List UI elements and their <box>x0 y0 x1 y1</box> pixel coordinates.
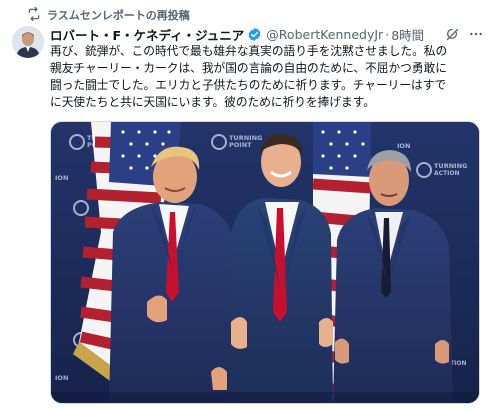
post-media-photo[interactable]: TURNING POINT TURNING POINT TURNING ACTI… <box>50 121 480 404</box>
svg-text:TURNING: TURNING <box>434 162 467 170</box>
avatar[interactable] <box>12 26 44 58</box>
svg-text:ION: ION <box>55 374 68 382</box>
repost-icon <box>27 6 41 24</box>
post-time[interactable]: 8時間 <box>391 25 424 44</box>
svg-text:ION: ION <box>397 142 410 150</box>
repost-indicator[interactable]: ラスムセンレポートの再投稿 <box>27 6 190 24</box>
author-name[interactable]: ロバート・F・ケネディ・ジュニア <box>50 25 244 44</box>
post-header: ロバート・F・ケネディ・ジュニア @RobertKennedyJr · 8時間 <box>50 24 485 44</box>
grok-icon[interactable] <box>443 25 461 43</box>
separator-dot: · <box>385 26 390 42</box>
svg-text:ACTION: ACTION <box>434 170 460 177</box>
post-text: 再び、銃弾が、この時代で最も雄弁な真実の語り手を沈黙させました。私の 親友チャー… <box>50 43 483 111</box>
svg-text:ION: ION <box>55 174 68 182</box>
post-text-body: 再び、銃弾が、この時代で最も雄弁な真実の語り手を沈黙させました。私の 親友チャー… <box>50 44 448 109</box>
svg-text:POINT: POINT <box>229 141 252 149</box>
repost-label: ラスムセンレポートの再投稿 <box>47 9 190 22</box>
author-handle[interactable]: @RobertKennedyJr <box>266 27 383 42</box>
more-icon[interactable] <box>467 25 485 43</box>
verified-icon <box>247 27 262 42</box>
